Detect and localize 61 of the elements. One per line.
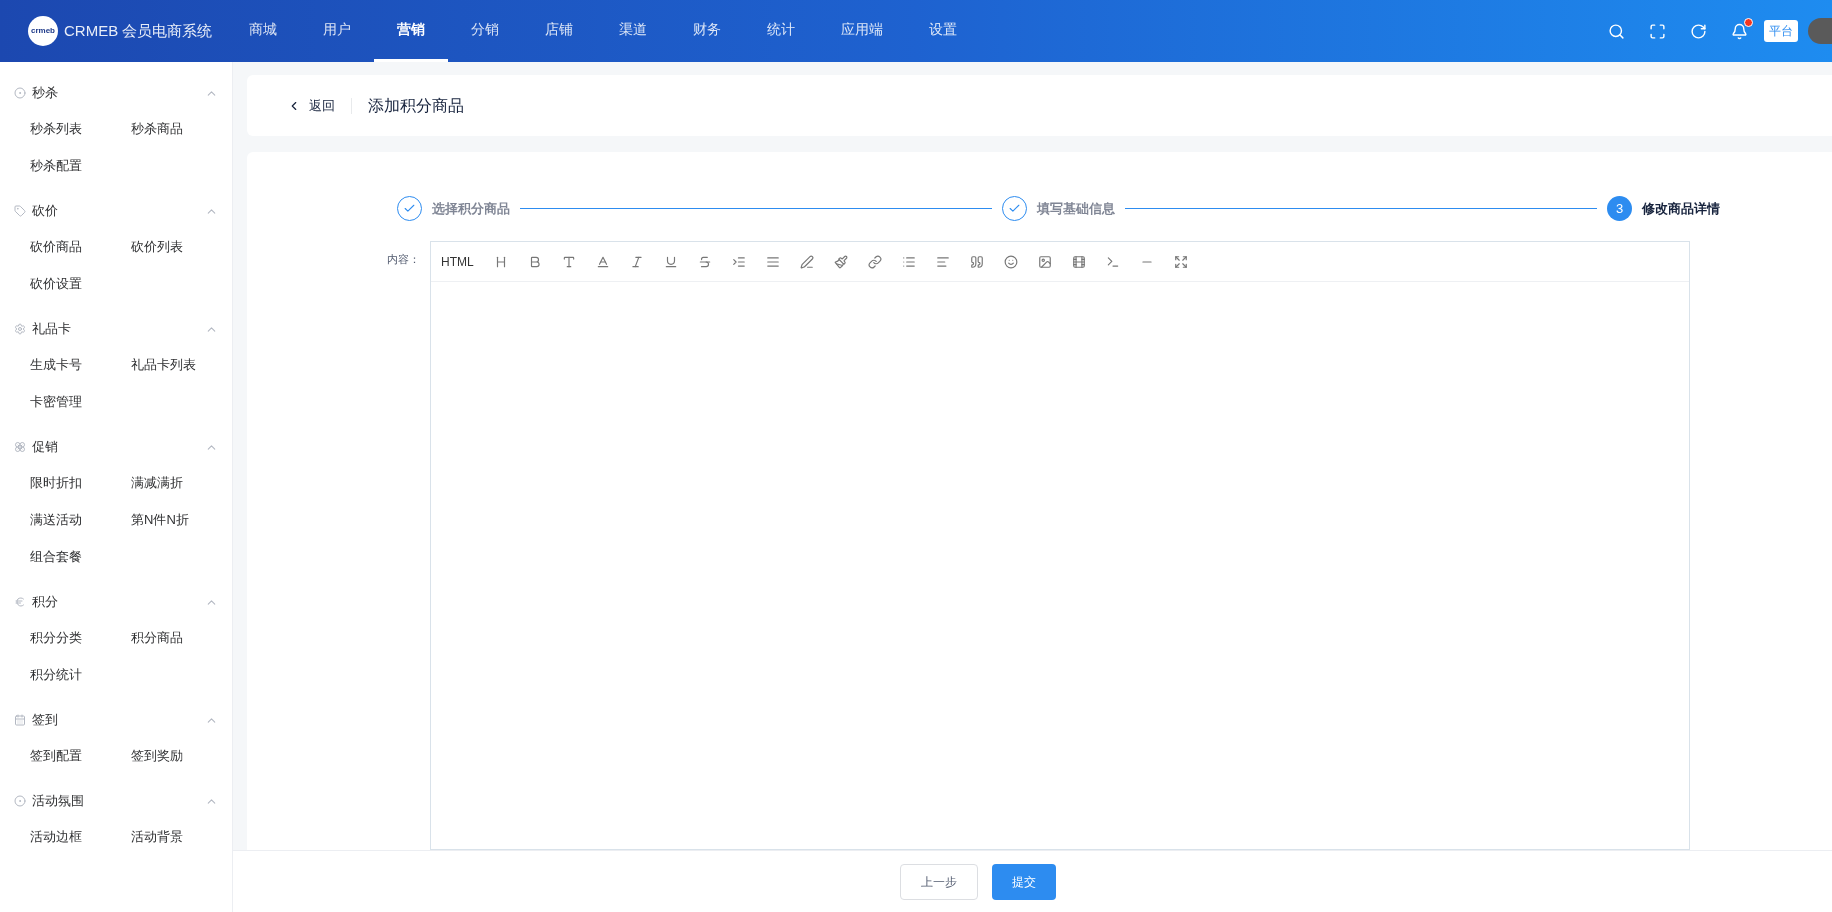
sidebar-item[interactable]: 组合套餐 [30, 538, 131, 575]
sidebar-group-title[interactable]: 礼品卡 [32, 319, 71, 339]
nav-tab[interactable]: 设置 [906, 0, 980, 62]
sidebar-item[interactable]: 砍价设置 [30, 265, 131, 302]
sidebar-group-title[interactable]: 活动氛围 [32, 791, 84, 811]
previous-button[interactable]: 上一步 [899, 863, 978, 900]
sidebar-item[interactable]: 活动背景 [131, 818, 232, 855]
sidebar-item[interactable]: 第N件N折 [131, 501, 232, 538]
nav-tab[interactable]: 财务 [670, 0, 744, 62]
calendar-icon [14, 714, 26, 726]
nav-tab[interactable]: 渠道 [596, 0, 670, 62]
sidebar-item[interactable]: 秒杀配置 [30, 147, 131, 184]
brand-name: CRMEB 会员电商系统 [64, 20, 213, 41]
sidebar-item[interactable]: 活动边框 [30, 818, 131, 855]
nav-tab[interactable]: 应用端 [818, 0, 906, 62]
sidebar-item[interactable]: 积分分类 [30, 619, 131, 656]
nav-tab[interactable]: 统计 [744, 0, 818, 62]
fullscreen-icon[interactable] [1649, 22, 1666, 40]
field-label: 内容： [386, 252, 421, 267]
bell-icon[interactable] [1731, 22, 1748, 40]
sidebar-item[interactable]: 秒杀列表 [30, 110, 131, 147]
nav-tab[interactable]: 分销 [448, 0, 522, 62]
sidebar-item[interactable]: 秒杀商品 [131, 110, 232, 147]
flower-icon [14, 441, 26, 453]
back-link[interactable]: 返回 [287, 95, 335, 116]
nav-tab[interactable]: 商城 [226, 0, 300, 62]
sidebar-item[interactable]: 限时折扣 [30, 464, 131, 501]
sidebar-item[interactable]: 满送活动 [30, 501, 131, 538]
sidebar-item[interactable]: 礼品卡列表 [131, 346, 232, 383]
sidebar-item[interactable]: 签到奖励 [131, 737, 232, 774]
avatar[interactable] [1808, 18, 1832, 44]
step-number: 3 [1607, 196, 1632, 221]
sidebar-item[interactable]: 生成卡号 [30, 346, 131, 383]
nav-tab[interactable]: 用户 [300, 0, 374, 62]
refresh-icon[interactable] [1690, 22, 1707, 40]
euro-icon [14, 596, 26, 608]
sidebar-item[interactable]: 满减满折 [131, 464, 232, 501]
gear-icon [14, 323, 26, 335]
nav-tab[interactable]: 营销 [374, 0, 448, 62]
logo: crmeb [28, 16, 58, 46]
nav-tab[interactable]: 店铺 [522, 0, 596, 62]
sidebar-item[interactable]: 签到配置 [30, 737, 131, 774]
sidebar-group-title[interactable]: 促销 [32, 437, 58, 457]
sidebar-group-title[interactable]: 积分 [32, 592, 58, 612]
circle-icon [14, 795, 26, 807]
sidebar-item[interactable]: 积分统计 [30, 656, 131, 693]
search-icon[interactable] [1608, 22, 1625, 40]
sidebar-item[interactable]: 卡密管理 [30, 383, 131, 420]
tag-icon [14, 205, 26, 217]
platform-badge: 平台 [1764, 20, 1798, 42]
step-label: 填写基础信息 [1037, 199, 1115, 218]
step-label: 修改商品详情 [1642, 199, 1720, 218]
sidebar-item[interactable]: 积分商品 [131, 619, 232, 656]
sidebar-item[interactable]: 砍价商品 [30, 228, 131, 265]
sidebar-item[interactable]: 砍价列表 [131, 228, 232, 265]
step-label: 选择积分商品 [432, 199, 510, 218]
sidebar-group-title[interactable]: 砍价 [32, 201, 58, 221]
html-button[interactable]: HTML [439, 252, 476, 271]
sidebar-group-title[interactable]: 秒杀 [32, 83, 58, 103]
page-title: 添加积分商品 [368, 95, 464, 116]
sidebar-group-title[interactable]: 签到 [32, 710, 58, 730]
